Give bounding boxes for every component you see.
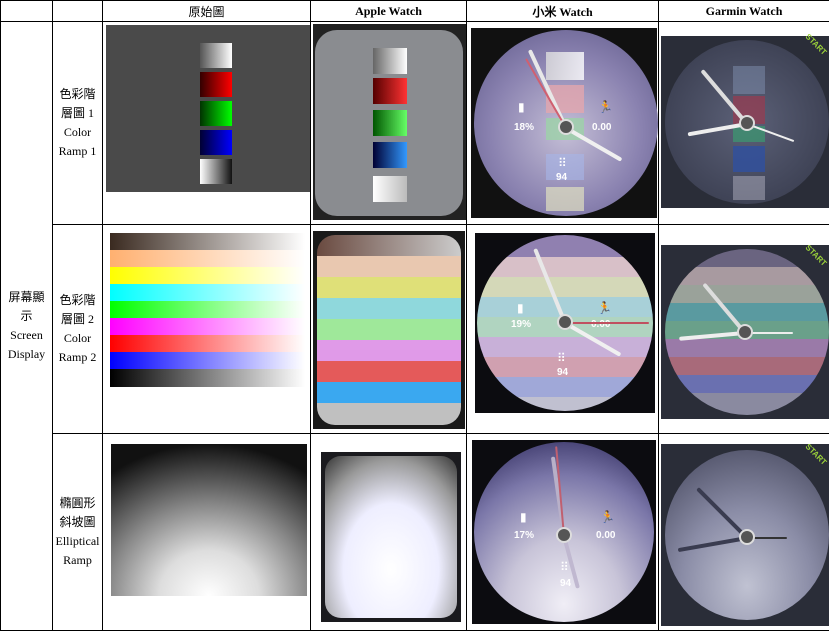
row-label-line: Elliptical [55,533,100,548]
row-label-line: 色彩階 [59,87,96,102]
ramp2-apple-image [313,231,465,430]
apple-color-ramp-2 [310,224,467,434]
apple-color-ramp-1 [310,21,467,226]
row-label-line: Ramp 1 [58,144,97,159]
hands-center [739,115,755,132]
hands-center [556,526,572,543]
row-label-line: 斜坡圖 [59,514,96,529]
original-elliptical-ramp [102,432,311,631]
header-apple-watch: Apple Watch [310,0,467,23]
second-hand [565,322,649,325]
running-icon: 🏃 [597,301,612,316]
xiaomi-color-ramp-1: ▮ 18% 🏃 0.00 ⠿ 94 [466,21,659,226]
group-label-line: Screen [10,328,43,343]
xiaomi-elliptical-ramp: ▮ 17% 🏃 0.00 ⠿ 94 [466,432,659,631]
header-garmin-watch: Garmin Watch [658,0,829,23]
row-label-elliptical-ramp: 橢圓形 斜坡圖 Elliptical Ramp [52,432,103,631]
elliptical-garmin-image: START [661,441,829,626]
battery-icon: ▮ [520,509,527,524]
row-label-line: Color [63,331,92,345]
elliptical-xiaomi-image: ▮ 17% 🏃 0.00 ⠿ 94 [472,439,656,624]
header-original: 原始圖 [102,0,311,23]
row-label-color-ramp-2: 色彩階 層圖 2 Color Ramp 2 [52,224,103,434]
footsteps-icon: ⠿ [557,351,566,366]
row-label-line: 橢圓形 [59,495,96,510]
distance-value: 0.00 [591,319,611,331]
header-blank-1 [0,0,53,23]
ramp2-original-image [110,233,305,388]
battery-percent: 18% [514,122,535,134]
distance-value: 0.00 [592,122,612,134]
group-label-screen-display: 屏幕顯 示 Screen Display [0,21,53,631]
footsteps-icon: ⠿ [558,156,567,171]
row-label-line: Ramp [63,552,92,567]
group-label-line: 示 [20,309,33,324]
header-blank-2 [52,0,103,23]
hour-hand [677,535,748,552]
row-label-line: 層圖 2 [60,312,94,326]
row-label-line: Ramp 2 [58,350,97,364]
battery-percent: 19% [511,319,532,331]
steps-value: 94 [556,172,568,184]
ramp1-xiaomi-image: ▮ 18% 🏃 0.00 ⠿ 94 [471,28,658,219]
hands-center [739,528,755,545]
running-icon: 🏃 [598,100,613,115]
start-badge: START [803,441,829,467]
footsteps-icon: ⠿ [560,559,569,574]
row-label-line: 色彩階 [59,293,96,307]
garmin-color-ramp-2: START [658,224,829,434]
ramp2-xiaomi-image: ▮ 19% 🏃 0.00 ⠿ 94 [475,233,655,414]
battery-percent: 17% [514,529,535,541]
group-label-line: Display [7,347,46,362]
original-color-ramp-2 [102,224,311,434]
ramp1-apple-image [313,24,466,221]
distance-value: 0.00 [596,529,616,541]
row-label-line: Color [63,125,92,140]
steps-value: 94 [560,577,572,589]
start-badge: START [803,32,829,57]
ramp1-original-image [106,25,310,193]
row-label-line: 層圖 1 [60,106,94,121]
garmin-elliptical-ramp: START [658,432,829,631]
running-icon: 🏃 [600,509,615,524]
steps-value: 94 [557,367,569,379]
hands-center [558,119,574,136]
ramp1-garmin-image: START [661,32,829,209]
elliptical-apple-image [321,451,461,622]
elliptical-original-image [111,443,307,596]
apple-elliptical-ramp [310,432,467,631]
row-label-color-ramp-1: 色彩階 層圖 1 Color Ramp 1 [52,21,103,226]
battery-icon: ▮ [517,301,524,316]
comparison-table: 原始圖 Apple Watch 小米 Watch Garmin Watch 屏幕… [0,0,829,631]
garmin-color-ramp-1: START [658,21,829,226]
header-xiaomi-watch: 小米 Watch [466,0,659,23]
xiaomi-color-ramp-2: ▮ 19% 🏃 0.00 ⠿ 94 [466,224,659,434]
original-color-ramp-1 [102,21,311,226]
group-label-line: 屏幕顯 [8,290,45,305]
battery-icon: ▮ [518,100,525,115]
ramp2-garmin-image: START [661,243,829,420]
